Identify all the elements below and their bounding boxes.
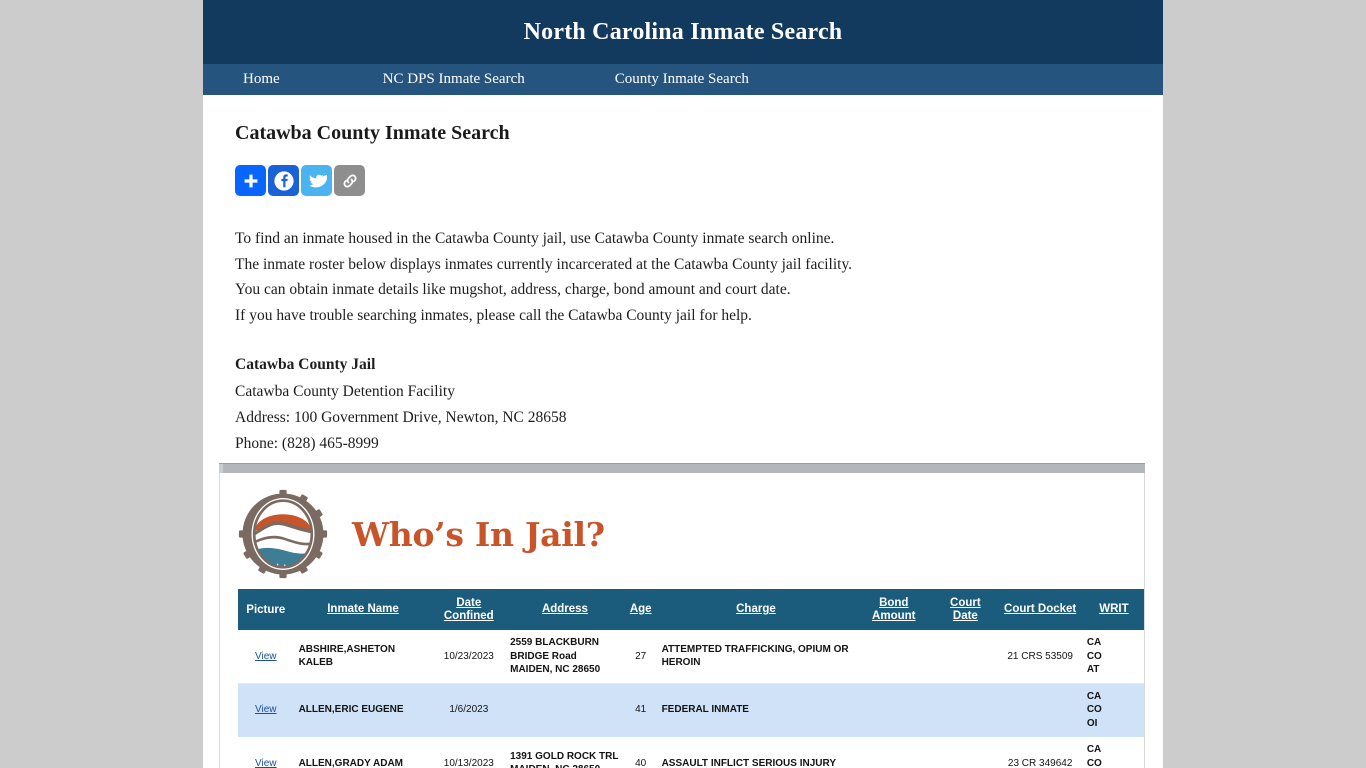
- column-label-address[interactable]: Address: [542, 603, 588, 616]
- whos-in-jail-title: Who’s In Jail?: [352, 514, 605, 554]
- main-content: Catawba County Inmate Search To find an …: [203, 122, 1163, 458]
- row-picture-cell: View: [238, 736, 294, 768]
- column-label-age[interactable]: Age: [630, 603, 652, 616]
- row-court-date: [932, 683, 999, 737]
- column-header-bond-amount[interactable]: Bond Amount: [855, 589, 933, 630]
- roster-table-header: Picture Inmate Name Date Confined Addres…: [238, 589, 1144, 630]
- jail-name-heading: Catawba County Jail: [235, 356, 376, 374]
- view-inmate-link[interactable]: View: [255, 704, 277, 715]
- column-header-court-date[interactable]: Court Date: [932, 589, 999, 630]
- column-label-picture: Picture: [246, 603, 286, 616]
- table-row: View ALLEN,ERIC EUGENE 1/6/2023 41 FEDER…: [238, 683, 1144, 737]
- row-court-docket: 21 CRS 53509: [998, 630, 1082, 684]
- facebook-share-button[interactable]: [268, 165, 299, 196]
- column-label-bond-amount[interactable]: Bond Amount: [859, 597, 928, 623]
- plus-icon: [244, 174, 257, 187]
- column-header-charge[interactable]: Charge: [656, 589, 856, 630]
- page-title: Catawba County Inmate Search: [235, 122, 510, 144]
- column-header-court-docket[interactable]: Court Docket: [998, 589, 1082, 630]
- share-buttons: [235, 165, 1145, 196]
- horizontal-scrollbar[interactable]: [219, 463, 1145, 474]
- row-address: 1391 GOLD ROCK TRL MAIDEN, NC 28650: [505, 736, 625, 768]
- row-court-date: [932, 736, 999, 768]
- roster-branding: Who’s In Jail?: [220, 473, 1144, 589]
- description-line-4: If you have trouble searching inmates, p…: [235, 306, 752, 324]
- column-header-inmate-name[interactable]: Inmate Name: [293, 589, 433, 630]
- row-date-confined: 1/6/2023: [432, 683, 506, 737]
- row-court-date: [932, 630, 999, 684]
- nav-item-home[interactable]: Home: [229, 64, 294, 95]
- row-writ: CA CO AT: [1081, 630, 1144, 684]
- row-court-docket: 23 CR 349642: [998, 736, 1082, 768]
- column-header-age[interactable]: Age: [624, 589, 657, 630]
- row-writ: CACOOI: [1081, 736, 1144, 768]
- column-label-writ[interactable]: WRIT: [1099, 603, 1128, 616]
- view-inmate-link[interactable]: View: [255, 651, 277, 662]
- row-age: 40: [624, 736, 657, 768]
- twitter-share-button[interactable]: [301, 165, 332, 196]
- row-inmate-name: ALLEN,ERIC EUGENE: [293, 683, 433, 737]
- column-label-court-docket[interactable]: Court Docket: [1004, 603, 1076, 616]
- table-row: View ALLEN,GRADY ADAM 10/13/2023 1391 GO…: [238, 736, 1144, 768]
- column-header-picture: Picture: [238, 589, 294, 630]
- row-age: 41: [624, 683, 657, 737]
- row-charge: ASSAULT INFLICT SERIOUS INJURY: [656, 736, 856, 768]
- row-bond-amount: [855, 736, 933, 768]
- column-label-date-confined[interactable]: Date Confined: [436, 597, 501, 623]
- jail-info-block: Catawba County Jail Catawba County Deten…: [235, 352, 1145, 457]
- main-navigation: Home NC DPS Inmate Search County Inmate …: [203, 64, 1163, 95]
- nav-item-county-inmate-search[interactable]: County Inmate Search: [601, 64, 763, 95]
- roster-table-body: View ABSHIRE,ASHETON KALEB 10/23/2023 25…: [238, 630, 1144, 768]
- table-header-row: Picture Inmate Name Date Confined Addres…: [238, 589, 1144, 630]
- column-header-address[interactable]: Address: [505, 589, 625, 630]
- nav-item-nc-dps-inmate-search[interactable]: NC DPS Inmate Search: [369, 64, 539, 95]
- row-age: 27: [624, 630, 657, 684]
- roster-iframe: Who’s In Jail? Picture Inmate Name Date …: [219, 463, 1145, 768]
- column-header-date-confined[interactable]: Date Confined: [432, 589, 506, 630]
- view-inmate-link[interactable]: View: [255, 758, 277, 768]
- column-header-writ[interactable]: WRIT: [1081, 589, 1144, 630]
- row-picture-cell: View: [238, 630, 294, 684]
- column-label-inmate-name[interactable]: Inmate Name: [327, 603, 399, 616]
- row-inmate-name: ABSHIRE,ASHETON KALEB: [293, 630, 433, 684]
- description-line-2: The inmate roster below displays inmates…: [235, 255, 853, 273]
- link-icon: [343, 174, 356, 187]
- description-line-3: You can obtain inmate details like mugsh…: [235, 281, 791, 299]
- row-charge: ATTEMPTED TRAFFICKING, OPIUM OR HEROIN: [656, 630, 856, 684]
- twitter-icon: [308, 174, 327, 187]
- site-header: North Carolina Inmate Search: [203, 0, 1163, 64]
- row-bond-amount: [855, 630, 933, 684]
- row-address: [505, 683, 625, 737]
- jail-facility-name: Catawba County Detention Facility: [235, 382, 455, 400]
- catawba-county-seal-icon: [238, 489, 328, 579]
- table-row: View ABSHIRE,ASHETON KALEB 10/23/2023 25…: [238, 630, 1144, 684]
- row-charge: FEDERAL INMATE: [656, 683, 856, 737]
- copy-link-button[interactable]: [334, 165, 365, 196]
- row-writ: CACOOI: [1081, 683, 1144, 737]
- addthis-share-button[interactable]: [235, 165, 266, 196]
- facebook-icon: [273, 170, 294, 191]
- row-picture-cell: View: [238, 683, 294, 737]
- row-date-confined: 10/13/2023: [432, 736, 506, 768]
- description-text: To find an inmate housed in the Catawba …: [235, 226, 1145, 328]
- roster-frame-body: Who’s In Jail? Picture Inmate Name Date …: [219, 473, 1145, 768]
- row-court-docket: [998, 683, 1082, 737]
- jail-address: Address: 100 Government Drive, Newton, N…: [235, 408, 567, 426]
- row-address: 2559 BLACKBURN BRIDGE Road MAIDEN, NC 28…: [505, 630, 625, 684]
- description-line-1: To find an inmate housed in the Catawba …: [235, 230, 835, 247]
- page-title-banner: North Carolina Inmate Search: [523, 18, 843, 45]
- row-date-confined: 10/23/2023: [432, 630, 506, 684]
- row-inmate-name: ALLEN,GRADY ADAM: [293, 736, 433, 768]
- jail-phone: Phone: (828) 465-8999: [235, 434, 379, 452]
- column-label-court-date[interactable]: Court Date: [936, 597, 994, 623]
- column-label-charge[interactable]: Charge: [736, 603, 776, 616]
- inmate-roster-table: Picture Inmate Name Date Confined Addres…: [238, 589, 1144, 768]
- row-bond-amount: [855, 683, 933, 737]
